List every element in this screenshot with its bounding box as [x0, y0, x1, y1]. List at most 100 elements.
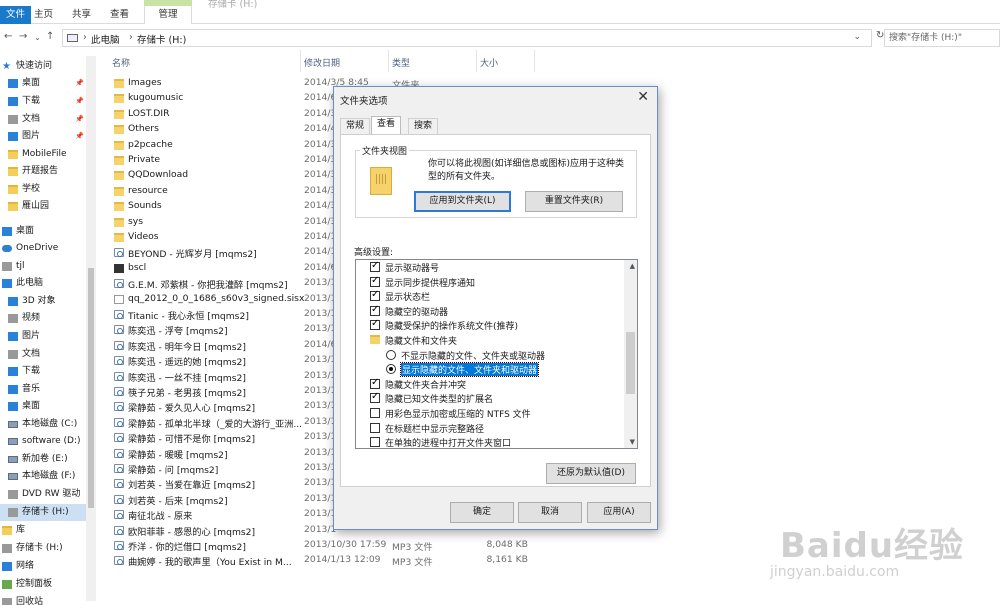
sidebar-item[interactable]: 桌面 — [0, 398, 86, 415]
forward-arrow-icon[interactable]: → — [19, 31, 27, 42]
scroll-down-arrow-icon[interactable]: ▼ — [630, 438, 635, 446]
back-arrow-icon[interactable]: ← — [4, 31, 12, 42]
column-divider[interactable] — [534, 50, 535, 72]
setting-checkbox[interactable] — [370, 408, 380, 418]
sidebar-item[interactable]: tjl — [0, 258, 86, 275]
ok-button[interactable]: 确定 — [450, 502, 514, 523]
setting-item[interactable]: 不显示隐藏的文件、文件夹或驱动器 — [356, 348, 624, 363]
scroll-up-arrow-icon[interactable]: ▲ — [630, 262, 635, 270]
column-header-name[interactable]: 名称 — [112, 56, 130, 70]
setting-checkbox[interactable] — [370, 422, 380, 433]
file-row[interactable]: 曲婉婷 - 我的歌声里（You Exist in M... 2014/1/13 1… — [108, 553, 538, 568]
apply-button[interactable]: 应用(A) — [587, 502, 651, 523]
sidebar-item[interactable]: 本地磁盘 (C:) — [0, 416, 86, 433]
pin-icon[interactable]: 📌 — [75, 111, 84, 128]
sidebar-item[interactable]: 3D 对象 — [0, 293, 86, 310]
sidebar-item[interactable]: 文档 📌 — [0, 111, 86, 128]
restore-defaults-button[interactable]: 还原为默认值(D) — [546, 463, 636, 484]
tab-share[interactable]: 共享 — [64, 6, 99, 24]
apply-to-folders-button[interactable]: 应用到文件夹(L) — [414, 191, 511, 212]
tab-view[interactable]: 查看 — [102, 6, 137, 24]
setting-item[interactable]: 在单独的进程中打开文件夹窗口 — [356, 435, 624, 448]
sidebar-item[interactable]: 本地磁盘 (F:) — [0, 468, 86, 485]
address-bar[interactable]: › 此电脑 › 存储卡 (H:) ⌄ — [62, 29, 872, 47]
setting-radio[interactable] — [386, 349, 396, 360]
file-row[interactable]: 乔洋 - 你的烂借口 [mqms2] 2013/10/30 17:59 MP3 文件… — [108, 538, 538, 553]
setting-item[interactable]: 显示驱动器号 — [356, 260, 624, 275]
sidebar-item[interactable]: 此电脑 — [0, 275, 86, 292]
column-divider[interactable] — [476, 50, 477, 72]
sidebar-item[interactable]: 网络 — [0, 558, 86, 575]
settings-scrollbar-thumb[interactable] — [626, 332, 635, 394]
tab-manage[interactable]: 管理 — [144, 6, 192, 24]
advanced-settings-list[interactable]: 在单独的进程中打开文件夹窗口 在标题栏中显示完整路径 用彩色显示加密或压缩的 NTF… — [355, 259, 638, 449]
column-header-date[interactable]: 修改日期 — [304, 56, 340, 70]
breadcrumb-storage-card[interactable]: 存储卡 (H:) — [137, 32, 186, 46]
setting-checkbox[interactable] — [370, 318, 380, 331]
setting-item[interactable]: 用彩色显示加密或压缩的 NTFS 文件 — [356, 406, 624, 421]
setting-item[interactable]: 显示隐藏的文件、文件夹和驱动器 — [356, 362, 624, 378]
sidebar-item[interactable]: 下载 📌 — [0, 93, 86, 110]
sidebar-item-label: 回收站 — [16, 597, 44, 605]
sidebar-item[interactable]: 开题报告 — [0, 163, 86, 180]
sidebar-item[interactable]: OneDrive — [0, 240, 86, 257]
setting-checkbox[interactable] — [370, 275, 380, 287]
breadcrumb-this-pc[interactable]: 此电脑 — [91, 32, 120, 46]
setting-checkbox[interactable] — [370, 260, 380, 272]
tab-home[interactable]: 主页 — [26, 6, 61, 24]
sidebar-item[interactable]: 图片 — [0, 328, 86, 345]
column-header-type[interactable]: 类型 — [392, 56, 410, 70]
sidebar-item[interactable]: ★ 快速访问 — [0, 58, 86, 75]
sidebar-item[interactable]: 音乐 — [0, 381, 86, 398]
file-name: BEYOND - 光辉岁月 [mqms2] — [128, 249, 257, 261]
sidebar-scrollbar-thumb[interactable] — [88, 268, 94, 508]
sidebar-item[interactable]: 图片 📌 — [0, 128, 86, 145]
sidebar-item[interactable]: 控制面板 — [0, 576, 86, 593]
setting-checkbox[interactable] — [370, 391, 380, 404]
sidebar-item[interactable]: 桌面 — [0, 223, 86, 240]
sidebar-item[interactable]: 视频 — [0, 310, 86, 327]
setting-item[interactable]: 隐藏文件和文件夹 — [356, 333, 624, 348]
setting-item[interactable]: 在标题栏中显示完整路径 — [356, 421, 624, 436]
sidebar-item[interactable]: software (D:) — [0, 433, 86, 450]
search-input[interactable]: 搜索"存储卡 (H:)" — [884, 29, 1000, 47]
sidebar-item[interactable]: 回收站 — [0, 594, 86, 605]
reset-folders-button[interactable]: 重置文件夹(R) — [525, 191, 623, 212]
sidebar-item[interactable]: 桌面 📌 — [0, 75, 86, 92]
tab-view-options[interactable]: 查看 — [371, 116, 402, 135]
setting-radio[interactable] — [386, 364, 396, 375]
pin-icon[interactable]: 📌 — [75, 75, 84, 92]
column-divider[interactable] — [300, 50, 301, 72]
address-dropdown-icon[interactable]: ⌄ — [853, 32, 861, 42]
setting-checkbox[interactable] — [370, 304, 380, 316]
setting-item[interactable]: 隐藏空的驱动器 — [356, 304, 624, 319]
pin-icon[interactable]: 📌 — [75, 93, 84, 110]
sidebar-item[interactable]: 文档 — [0, 346, 86, 363]
sidebar-item[interactable]: 存储卡 (H:) — [0, 540, 86, 557]
setting-checkbox[interactable] — [370, 377, 380, 389]
tab-general[interactable]: 常规 — [340, 118, 371, 134]
pin-icon[interactable]: 📌 — [75, 128, 84, 145]
cancel-button[interactable]: 取消 — [518, 502, 582, 523]
sidebar-item[interactable]: DVD RW 驱动 — [0, 486, 86, 503]
setting-checkbox[interactable] — [370, 289, 380, 302]
sidebar-item[interactable]: 雁山园 — [0, 198, 86, 215]
setting-item[interactable]: 隐藏已知文件类型的扩展名 — [356, 391, 624, 406]
sidebar-item[interactable]: 学校 — [0, 181, 86, 198]
column-header-size[interactable]: 大小 — [480, 56, 498, 70]
column-divider[interactable] — [388, 50, 389, 72]
tab-search[interactable]: 搜索 — [408, 118, 439, 134]
setting-item[interactable]: 显示状态栏 — [356, 289, 624, 304]
sidebar-item[interactable]: 库 — [0, 522, 86, 539]
up-arrow-icon[interactable]: ↑ — [46, 31, 54, 42]
setting-checkbox[interactable] — [370, 437, 380, 448]
setting-item[interactable]: 隐藏文件夹合并冲突 — [356, 377, 624, 392]
sidebar-item[interactable]: 下载 — [0, 363, 86, 380]
recent-dropdown-icon[interactable]: ⌄ — [34, 33, 41, 42]
setting-item[interactable]: 显示同步提供程序通知 — [356, 275, 624, 290]
sidebar-item[interactable]: 存储卡 (H:) — [0, 504, 86, 521]
sidebar-item[interactable]: MobileFile — [0, 146, 86, 163]
close-icon[interactable]: ✕ — [637, 89, 649, 105]
sidebar-item[interactable]: 新加卷 (E:) — [0, 451, 86, 468]
setting-item[interactable]: 隐藏受保护的操作系统文件(推荐) — [356, 318, 624, 333]
